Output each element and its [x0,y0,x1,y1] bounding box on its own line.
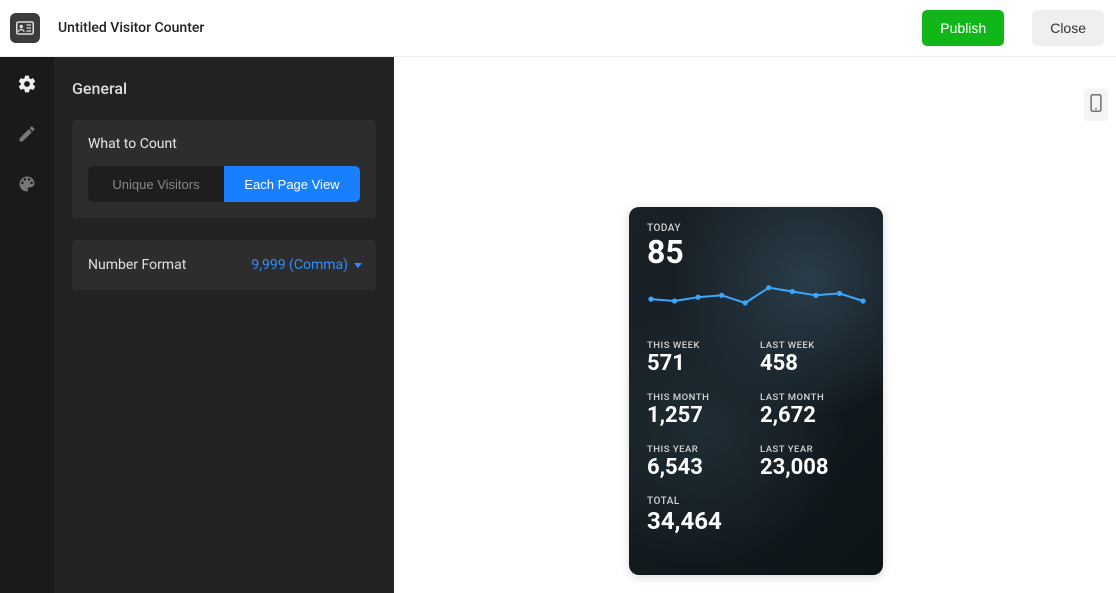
number-format-row[interactable]: Number Format 9,999 (Comma) [72,240,376,290]
pencil-icon [17,124,37,148]
number-format-label: Number Format [88,257,251,273]
stat-value: 23,008 [760,456,865,480]
close-button[interactable]: Close [1032,10,1104,46]
stat-cell: LAST YEAR23,008 [760,444,865,480]
stat-label: LAST WEEK [760,340,865,351]
mobile-icon [1090,94,1102,116]
stat-cell: THIS YEAR6,543 [647,444,752,480]
count-unique-option[interactable]: Unique Visitors [88,166,224,202]
total-value: 34,464 [647,508,865,534]
count-mode-segmented: Unique Visitors Each Page View [88,166,360,202]
chevron-down-icon [354,263,362,268]
design-tab[interactable] [16,125,38,147]
stat-value: 2,672 [760,404,865,428]
stat-label: THIS YEAR [647,444,752,455]
mobile-preview-button[interactable] [1084,89,1108,121]
total-block: TOTAL 34,464 [647,496,865,534]
settings-panel: General What to Count Unique Visitors Ea… [54,57,394,593]
stat-label: LAST YEAR [760,444,865,455]
publish-button[interactable]: Publish [922,10,1004,46]
settings-tab[interactable] [16,75,38,97]
stat-cell: LAST WEEK458 [760,340,865,376]
stat-value: 6,543 [647,456,752,480]
stat-cell: LAST MONTH2,672 [760,392,865,428]
what-to-count-label: What to Count [88,136,360,152]
total-label: TOTAL [647,496,865,507]
count-each-option[interactable]: Each Page View [224,166,360,202]
nav-rail [0,57,54,593]
panel-title: General [72,79,376,98]
number-format-value: 9,999 (Comma) [251,257,362,273]
app-icon [10,13,40,43]
sparkline-chart [647,278,867,324]
stat-value: 571 [647,352,752,376]
stat-label: LAST MONTH [760,392,865,403]
what-to-count-card: What to Count Unique Visitors Each Page … [72,120,376,218]
stat-label: THIS MONTH [647,392,752,403]
stat-value: 458 [760,352,865,376]
top-bar: Untitled Visitor Counter Publish Close [0,0,1116,57]
page-title: Untitled Visitor Counter [58,20,204,36]
stat-label: THIS WEEK [647,340,752,351]
stat-value: 1,257 [647,404,752,428]
stat-cell: THIS WEEK571 [647,340,752,376]
gear-icon [17,74,37,98]
appearance-tab[interactable] [16,175,38,197]
preview-canvas: TODAY 85 THIS WEEK571LAST WEEK458THIS MO… [394,57,1116,593]
visitor-counter-widget: TODAY 85 THIS WEEK571LAST WEEK458THIS MO… [629,207,883,575]
stat-cell: THIS MONTH1,257 [647,392,752,428]
today-value: 85 [647,236,865,270]
palette-icon [17,174,37,198]
